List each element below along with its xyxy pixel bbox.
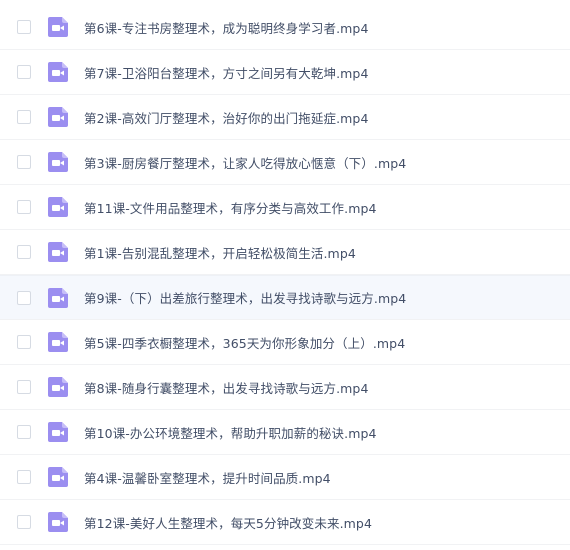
- video-file-icon: [47, 196, 69, 218]
- file-name[interactable]: 第11课-文件用品整理术，有序分类与高效工作.mp4: [84, 198, 377, 217]
- row-checkbox[interactable]: [17, 335, 31, 349]
- row-checkbox[interactable]: [17, 110, 31, 124]
- row-checkbox[interactable]: [17, 200, 31, 214]
- file-row[interactable]: 第9课-（下）出差旅行整理术，出发寻找诗歌与远方.mp4: [0, 275, 570, 320]
- file-row[interactable]: 第4课-温馨卧室整理术，提升时间品质.mp4: [0, 455, 570, 500]
- video-file-icon: [47, 241, 69, 263]
- row-checkbox[interactable]: [17, 65, 31, 79]
- file-name[interactable]: 第7课-卫浴阳台整理术，方寸之间另有大乾坤.mp4: [84, 63, 369, 82]
- video-file-icon: [47, 421, 69, 443]
- file-row[interactable]: 第5课-四季衣橱整理术，365天为你形象加分（上）.mp4: [0, 320, 570, 365]
- file-name[interactable]: 第9课-（下）出差旅行整理术，出发寻找诗歌与远方.mp4: [84, 288, 406, 307]
- file-row[interactable]: 第10课-办公环境整理术，帮助升职加薪的秘诀.mp4: [0, 410, 570, 455]
- row-checkbox[interactable]: [17, 290, 31, 305]
- video-file-icon: [47, 376, 69, 398]
- video-file-icon: [47, 16, 69, 38]
- file-name[interactable]: 第5课-四季衣橱整理术，365天为你形象加分（上）.mp4: [84, 333, 405, 352]
- row-checkbox[interactable]: [17, 425, 31, 439]
- video-file-icon: [47, 287, 69, 309]
- file-row[interactable]: 第2课-高效门厅整理术，治好你的出门拖延症.mp4: [0, 95, 570, 140]
- video-file-icon: [47, 331, 69, 353]
- file-row[interactable]: 第7课-卫浴阳台整理术，方寸之间另有大乾坤.mp4: [0, 50, 570, 95]
- file-row[interactable]: 第3课-厨房餐厅整理术，让家人吃得放心惬意（下）.mp4: [0, 140, 570, 185]
- file-name[interactable]: 第6课-专注书房整理术，成为聪明终身学习者.mp4: [84, 18, 369, 37]
- video-file-icon: [47, 106, 69, 128]
- video-file-icon: [47, 466, 69, 488]
- file-name[interactable]: 第12课-美好人生整理术，每天5分钟改变未来.mp4: [84, 513, 372, 532]
- file-name[interactable]: 第2课-高效门厅整理术，治好你的出门拖延症.mp4: [84, 108, 369, 127]
- video-file-icon: [47, 61, 69, 83]
- file-row[interactable]: 第6课-专注书房整理术，成为聪明终身学习者.mp4: [0, 5, 570, 50]
- row-checkbox[interactable]: [17, 245, 31, 259]
- file-row[interactable]: 第1课-告别混乱整理术，开启轻松极简生活.mp4: [0, 230, 570, 275]
- file-name[interactable]: 第3课-厨房餐厅整理术，让家人吃得放心惬意（下）.mp4: [84, 153, 406, 172]
- row-checkbox[interactable]: [17, 470, 31, 484]
- file-row[interactable]: 第8课-随身行囊整理术，出发寻找诗歌与远方.mp4: [0, 365, 570, 410]
- row-checkbox[interactable]: [17, 515, 31, 529]
- file-name[interactable]: 第4课-温馨卧室整理术，提升时间品质.mp4: [84, 468, 331, 487]
- file-row[interactable]: 第12课-美好人生整理术，每天5分钟改变未来.mp4: [0, 500, 570, 545]
- file-name[interactable]: 第1课-告别混乱整理术，开启轻松极简生活.mp4: [84, 243, 356, 262]
- row-checkbox[interactable]: [17, 380, 31, 394]
- file-list: 第6课-专注书房整理术，成为聪明终身学习者.mp4 第7课-卫浴阳台整理术，方寸之…: [0, 0, 570, 550]
- file-row[interactable]: 第11课-文件用品整理术，有序分类与高效工作.mp4: [0, 185, 570, 230]
- row-checkbox[interactable]: [17, 20, 31, 34]
- video-file-icon: [47, 151, 69, 173]
- video-file-icon: [47, 511, 69, 533]
- row-checkbox[interactable]: [17, 155, 31, 169]
- file-name[interactable]: 第10课-办公环境整理术，帮助升职加薪的秘诀.mp4: [84, 423, 377, 442]
- file-name[interactable]: 第8课-随身行囊整理术，出发寻找诗歌与远方.mp4: [84, 378, 369, 397]
